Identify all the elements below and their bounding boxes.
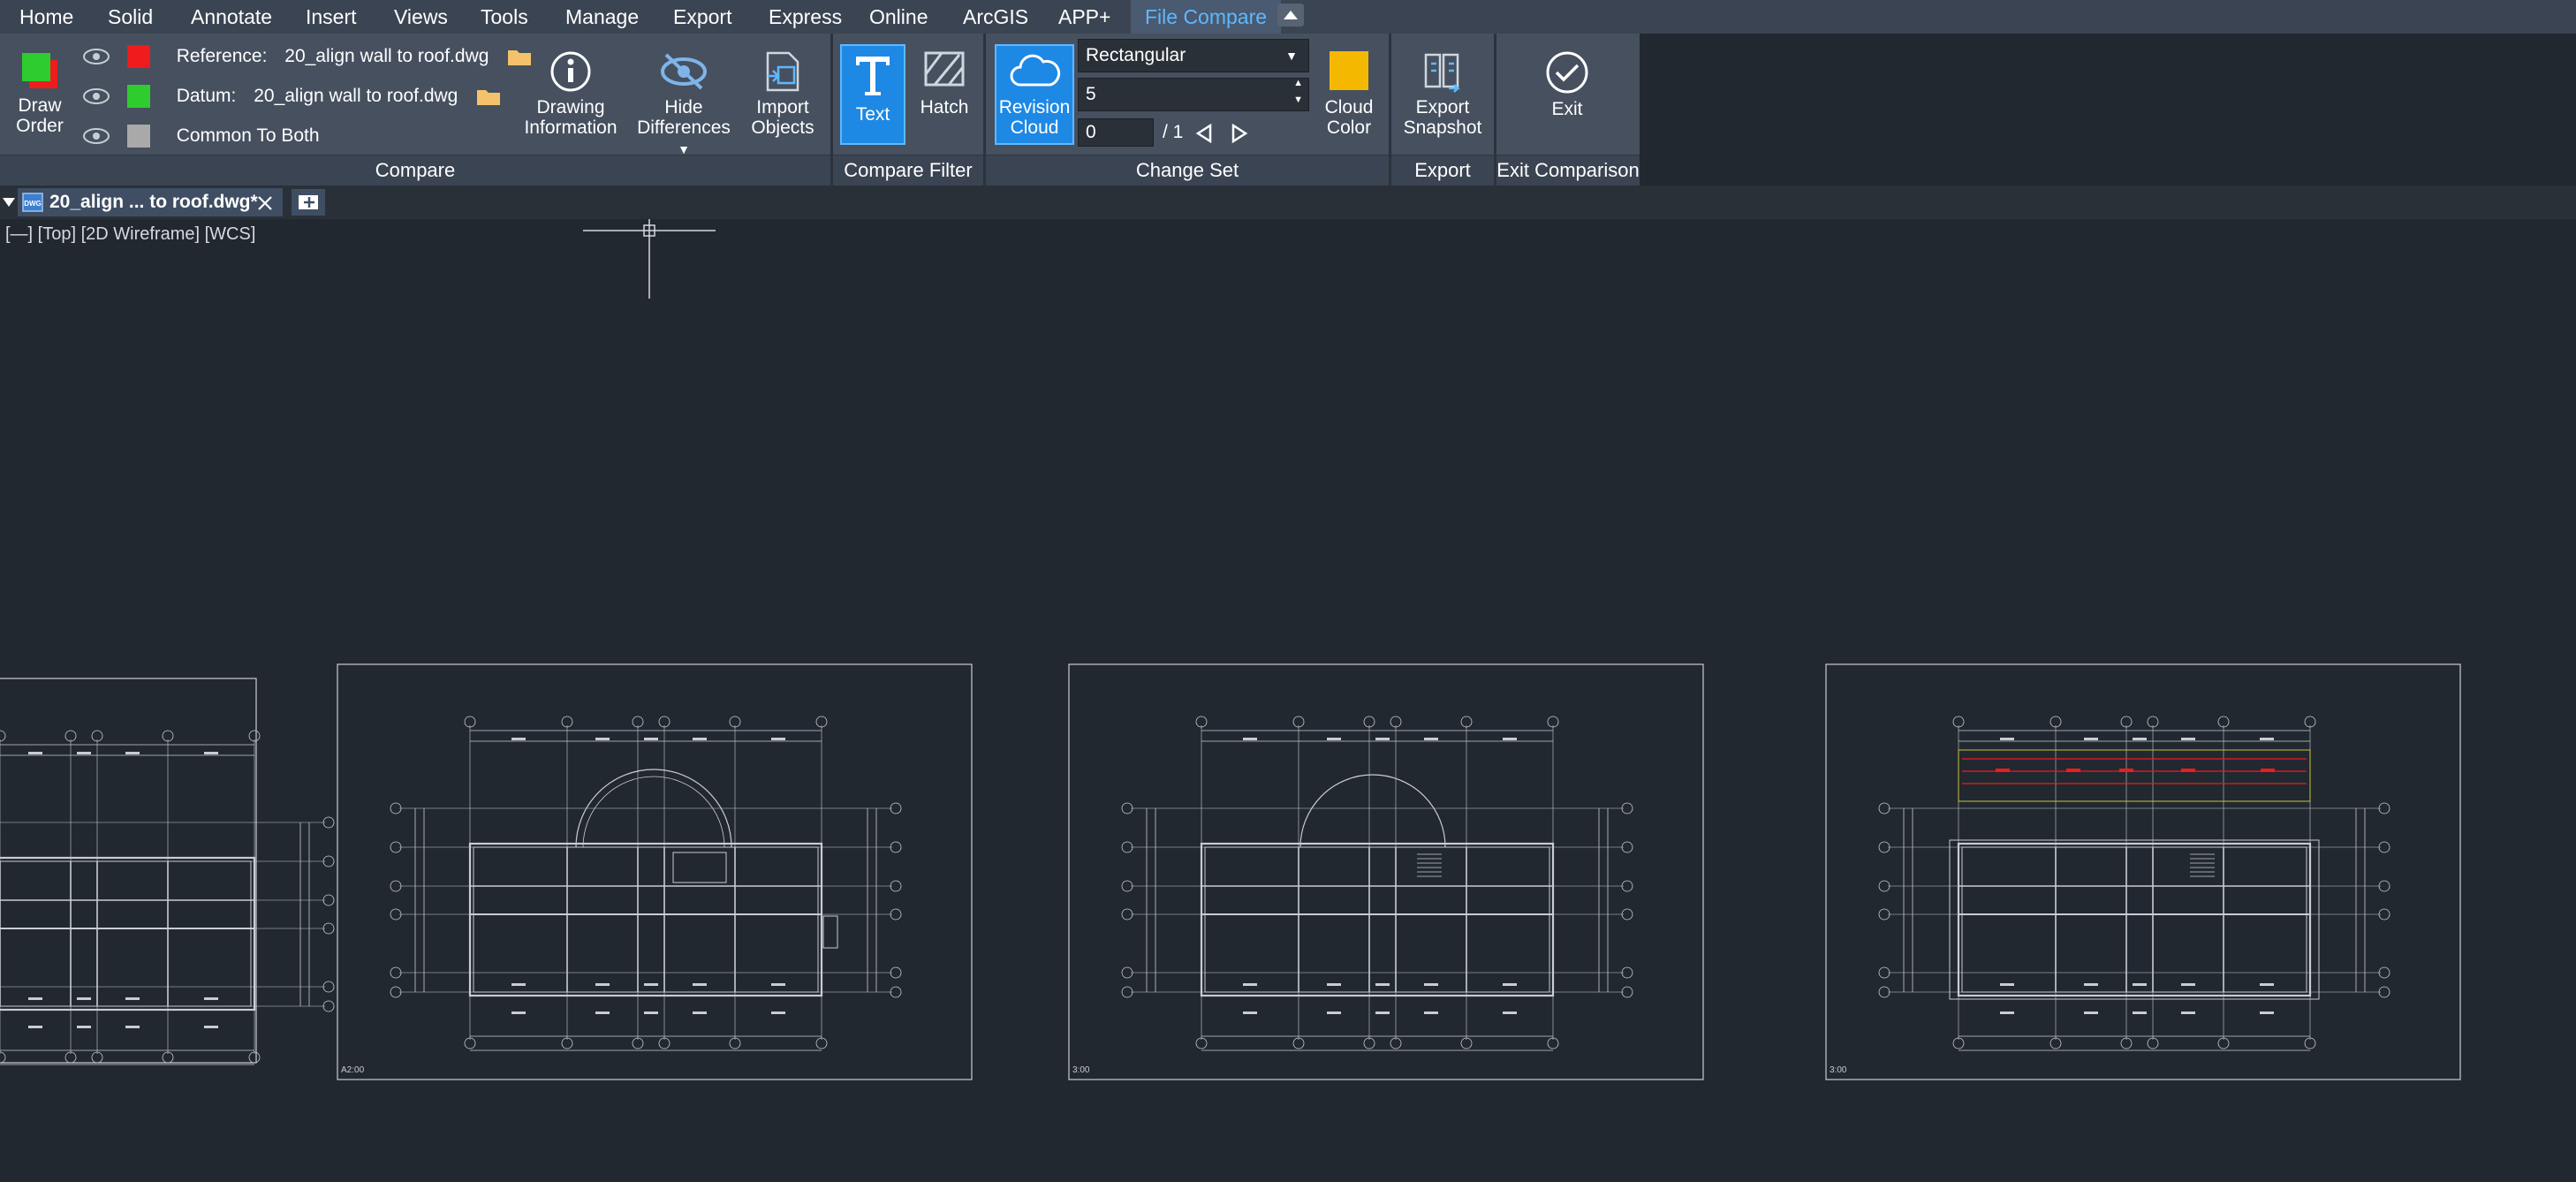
group-change-set: Revision Cloud Rectangular ▼ 5 ▲ ▼ 0 / 1 … (986, 34, 1389, 186)
new-document-icon (299, 195, 318, 209)
menu-views[interactable]: Views (387, 0, 455, 34)
datum-color-swatch[interactable] (126, 85, 150, 109)
reference-label: Reference: (176, 46, 268, 66)
info-icon (550, 51, 591, 92)
menu-annotate[interactable]: Annotate (184, 0, 279, 34)
compare-group-label: Compare (0, 155, 830, 186)
group-exit-comparison: Exit Exit Comparison (1496, 34, 1640, 186)
sheet-label: 3:00 (1830, 1065, 1847, 1075)
reference-file: 20_align wall to roof.dwg (284, 46, 489, 66)
export-group-label: Export (1391, 155, 1494, 186)
menu-home[interactable]: Home (12, 0, 80, 34)
drawing-canvas[interactable]: A2:00 3:00 3:00 (0, 219, 2576, 1182)
hide-differences-label: Hide Differences (637, 97, 731, 138)
sheet-label: A2:00 (341, 1065, 365, 1075)
compare-filter-group-label: Compare Filter (833, 155, 983, 186)
close-tab-icon[interactable] (256, 194, 274, 212)
change-set-group-label: Change Set (986, 155, 1389, 186)
text-filter-button[interactable]: Text (840, 44, 905, 145)
check-circle-icon (1546, 51, 1588, 94)
exit-comparison-button[interactable]: Exit (1523, 49, 1611, 119)
text-t-icon (856, 57, 890, 95)
datum-row: Datum: 20_align wall to roof.dwg (81, 79, 502, 114)
menu-express[interactable]: Express (761, 0, 849, 34)
drawing-sheet[interactable]: A2:00 (337, 663, 973, 1080)
eye-icon[interactable] (81, 125, 111, 147)
tab-list-icon[interactable] (2, 194, 16, 210)
cloud-size-stepper[interactable]: 5 ▲ ▼ (1078, 78, 1309, 111)
cloud-color-swatch (1330, 51, 1368, 90)
datum-label: Datum: (176, 86, 237, 106)
menu-insert[interactable]: Insert (299, 0, 364, 34)
exit-comparison-group-label: Exit Comparison (1496, 155, 1640, 186)
svg-text:DWG: DWG (24, 200, 42, 208)
caret-down-icon: ▼ (1285, 49, 1298, 63)
menu-arcgis[interactable]: ArcGIS (956, 0, 1035, 34)
datum-file: 20_align wall to roof.dwg (254, 86, 458, 106)
menu-online[interactable]: Online (862, 0, 935, 34)
menu-tools[interactable]: Tools (474, 0, 535, 34)
new-tab-button[interactable] (292, 189, 325, 216)
document-tab[interactable]: DWG 20_align ... to roof.dwg* (18, 188, 283, 216)
eye-icon[interactable] (81, 46, 111, 67)
menu-app-plus[interactable]: APP+ (1051, 0, 1118, 34)
cloud-color-button[interactable]: Cloud Color (1313, 49, 1385, 138)
drawing-sheet[interactable]: 3:00 (1068, 663, 1704, 1080)
hatch-filter-button[interactable]: Hatch (911, 49, 978, 117)
draw-order-button[interactable]: Draw Order (5, 49, 74, 136)
next-change-icon[interactable] (1228, 122, 1251, 145)
common-label: Common To Both (176, 125, 320, 146)
cloud-shape-dropdown[interactable]: Rectangular ▼ (1078, 39, 1309, 72)
hatch-icon (924, 51, 965, 87)
drawing-sheet[interactable] (0, 678, 335, 1065)
menu-export[interactable]: Export (666, 0, 739, 34)
drawing-sheet[interactable]: 3:00 (1825, 663, 2461, 1080)
reference-row: Reference: 20_align wall to roof.dwg (81, 39, 533, 74)
menu-manage[interactable]: Manage (558, 0, 646, 34)
change-total-label: / 1 (1163, 122, 1184, 142)
group-compare: Draw Order Reference: 20_align wall to r… (0, 34, 830, 186)
triangle-up-icon (1284, 11, 1298, 19)
eye-icon[interactable] (81, 86, 111, 107)
export-snapshot-button[interactable]: Export Snapshot (1395, 49, 1490, 138)
change-index-input[interactable]: 0 (1078, 118, 1154, 147)
export-snapshot-icon (1424, 53, 1461, 93)
drawing-information-button[interactable]: Drawing Information (516, 49, 625, 138)
stepper-arrows-icon[interactable]: ▲ ▼ (1293, 75, 1303, 109)
minimize-ribbon-button[interactable] (1277, 4, 1304, 27)
previous-change-icon[interactable] (1193, 122, 1216, 145)
group-compare-filter: Text Hatch Compare Filter (833, 34, 983, 186)
crosshair-cursor (583, 219, 716, 299)
dwg-file-icon: DWG (22, 193, 43, 212)
cloud-icon (1010, 54, 1061, 87)
common-color-swatch[interactable] (126, 125, 150, 148)
reference-color-swatch[interactable] (126, 45, 150, 69)
menu-bar: Home Solid Annotate Insert Views Tools M… (0, 0, 2576, 34)
folder-icon[interactable] (475, 86, 502, 107)
ribbon: Draw Order Reference: 20_align wall to r… (0, 34, 1640, 186)
eye-slash-icon (661, 53, 707, 90)
import-objects-button[interactable]: Import Objects (740, 49, 825, 138)
menu-solid[interactable]: Solid (101, 0, 160, 34)
document-tab-title: 20_align ... to roof.dwg* (49, 192, 258, 212)
menu-file-compare[interactable]: File Compare (1131, 0, 1282, 34)
draw-order-icon (22, 53, 57, 88)
sheet-label: 3:00 (1072, 1065, 1090, 1075)
common-row: Common To Both (81, 118, 320, 154)
hide-differences-button[interactable]: Hide Differences ▼ (629, 49, 739, 160)
import-objects-icon (766, 51, 799, 92)
document-tab-bar: DWG 20_align ... to roof.dwg* (0, 186, 2576, 219)
revision-cloud-button[interactable]: Revision Cloud (995, 44, 1074, 145)
group-export: Export Snapshot Export (1391, 34, 1494, 186)
